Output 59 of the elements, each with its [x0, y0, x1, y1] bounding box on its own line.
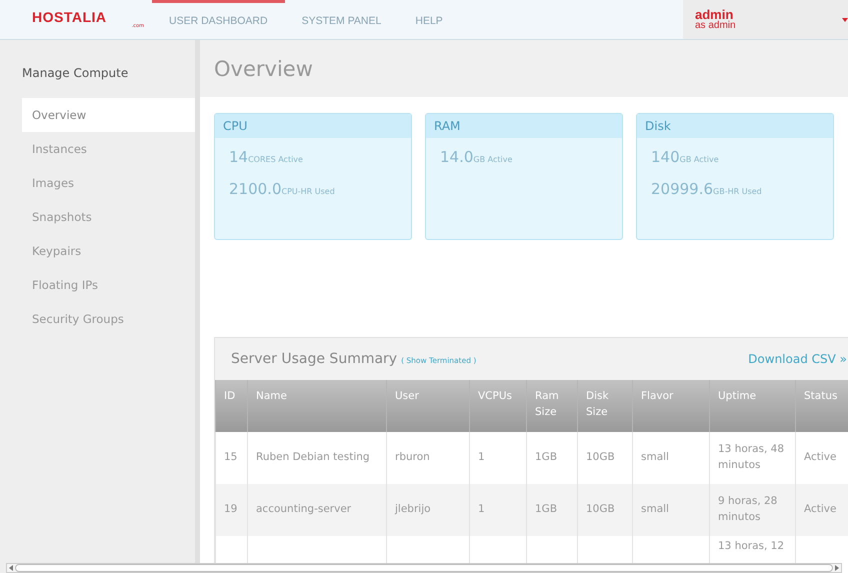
- column-header[interactable]: Ram Size: [526, 380, 578, 432]
- table-cell: Active: [796, 484, 848, 536]
- table-cell: 10GB: [578, 432, 632, 484]
- stat-unit: GB Active: [680, 155, 719, 164]
- table-cell: Active: [796, 432, 848, 484]
- stat-unit: CORES Active: [248, 155, 303, 164]
- sidebar-heading: Manage Compute: [21, 66, 130, 82]
- stat-value: 140: [651, 148, 680, 166]
- table-cell: 19: [216, 484, 248, 536]
- table-cell: Ruben Debian testing: [248, 432, 386, 484]
- scrollbar-thumb[interactable]: [15, 564, 833, 572]
- scroll-left-icon[interactable]: [9, 565, 13, 571]
- user-menu[interactable]: admin as admin: [683, 0, 848, 39]
- stat-value: 2100.0: [229, 180, 282, 198]
- horizontal-scrollbar[interactable]: [6, 563, 842, 573]
- scroll-right-icon[interactable]: [835, 565, 839, 571]
- column-header[interactable]: Uptime: [710, 380, 796, 432]
- table-cell: jlebrijo: [386, 484, 470, 536]
- table-cell: 1: [470, 432, 526, 484]
- card-title: Disk: [637, 114, 833, 138]
- page-title: Overview: [214, 56, 313, 80]
- sidebar-item[interactable]: Snapshots: [22, 200, 195, 234]
- sidebar-item[interactable]: Keypairs: [22, 234, 195, 268]
- table-cell: 13 horas, 48 minutos: [710, 432, 796, 484]
- column-header[interactable]: Flavor: [632, 380, 710, 432]
- table-cell: accounting-server: [248, 484, 386, 536]
- column-header[interactable]: ID: [216, 380, 248, 432]
- table-cell: 15: [216, 432, 248, 484]
- table-cell: 1GB: [526, 484, 578, 536]
- stat-unit: GB Active: [473, 155, 512, 164]
- nav-tab[interactable]: HELP: [398, 0, 460, 39]
- stat-value: 20999.6: [651, 180, 714, 198]
- sidebar-item[interactable]: Images: [22, 166, 195, 200]
- column-header[interactable]: Status: [796, 380, 848, 432]
- table-cell: 1GB: [526, 432, 578, 484]
- nav-tab[interactable]: SYSTEM PANEL: [284, 0, 398, 39]
- table-cell: small: [632, 484, 710, 536]
- table-cell: 9 horas, 28 minutos: [710, 484, 796, 536]
- table-cell: rburon: [386, 432, 470, 484]
- sidebar-item[interactable]: Instances: [22, 132, 195, 166]
- stat-unit: CPU-HR Used: [282, 187, 335, 196]
- table-cell: small: [632, 432, 710, 484]
- sidebar-item[interactable]: Security Groups: [22, 302, 195, 336]
- sidebar-item[interactable]: Overview: [22, 98, 195, 132]
- column-header[interactable]: Disk Size: [578, 380, 632, 432]
- card-title: CPU: [215, 114, 411, 138]
- stat-unit: GB-HR Used: [713, 187, 762, 196]
- column-header[interactable]: User: [386, 380, 470, 432]
- card-title: RAM: [426, 114, 622, 138]
- download-csv-link[interactable]: Download CSV »: [748, 352, 847, 366]
- column-header[interactable]: VCPUs: [470, 380, 526, 432]
- panel-title: Server Usage Summary: [231, 351, 398, 367]
- caret-icon[interactable]: [842, 18, 848, 22]
- column-header[interactable]: Name: [248, 380, 386, 432]
- stat-value: 14.0: [440, 148, 474, 166]
- table-cell: 1: [470, 484, 526, 536]
- table-cell: 10GB: [578, 484, 632, 536]
- stat-value: 14: [229, 148, 248, 166]
- sidebar-item[interactable]: Floating IPs: [22, 268, 195, 302]
